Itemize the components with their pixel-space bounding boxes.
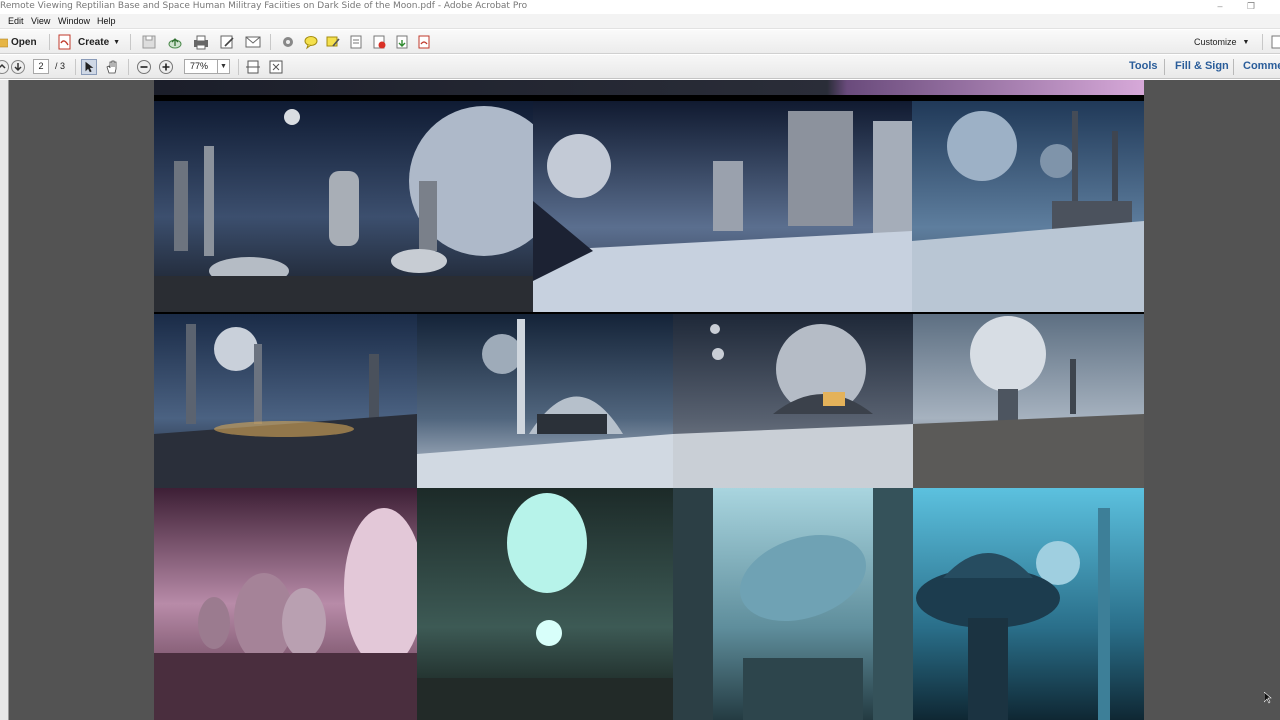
save-icon[interactable] (141, 34, 157, 50)
image-green-portal (417, 488, 673, 720)
next-page-icon[interactable] (10, 59, 26, 75)
zoom-out-icon[interactable] (136, 59, 152, 75)
menu-bar: Edit View Window Help (0, 14, 1280, 29)
tools-panel-link[interactable]: Tools (1129, 60, 1158, 72)
window-title: Remote Viewing Reptilian Base and Space … (0, 1, 528, 11)
print-icon[interactable] (193, 34, 209, 50)
image-moon-city-night (154, 314, 417, 488)
pdf-page[interactable] (154, 80, 1144, 720)
zoom-select[interactable]: 77% ▼ (184, 59, 230, 74)
select-tool-icon[interactable] (81, 59, 97, 75)
image-pink-egg-domes (154, 488, 417, 720)
stamp-icon[interactable] (348, 34, 364, 50)
toolbar-divider (75, 59, 76, 75)
mouse-cursor-icon (1264, 692, 1272, 704)
delete-pages-icon[interactable] (371, 34, 387, 50)
reader-mode-icon[interactable] (1270, 34, 1280, 50)
zoom-value: 77% (190, 61, 209, 71)
menu-window[interactable]: Window (58, 16, 90, 26)
image-lunar-spires (912, 101, 1144, 312)
toolbar-divider (49, 34, 50, 50)
create-label: Create (78, 36, 110, 48)
fill-sign-panel-link[interactable]: Fill & Sign (1175, 60, 1229, 72)
toolbar-divider (128, 59, 129, 75)
chevron-down-icon[interactable]: ▼ (217, 60, 229, 73)
menu-edit[interactable]: Edit (8, 16, 24, 26)
image-sphere-tower (913, 314, 1144, 488)
image-dome-hangar (673, 314, 913, 488)
top-image-strip (154, 80, 1144, 95)
comment-icon[interactable] (303, 34, 319, 50)
toolbar-divider (1262, 34, 1263, 50)
image-blue-ufo-tower (913, 488, 1144, 720)
email-icon[interactable] (245, 34, 261, 50)
chevron-down-icon: ▼ (1242, 38, 1250, 46)
customize-button[interactable]: Customize ▼ (1194, 33, 1249, 51)
navigation-toolbar: 2 / 3 77% ▼ Tools Fill & Sign Comme (0, 55, 1280, 79)
zoom-in-icon[interactable] (158, 59, 174, 75)
panel-divider (1233, 59, 1234, 75)
restore-icon[interactable]: ❐ (1244, 1, 1258, 12)
comment-panel-link[interactable]: Comme (1243, 60, 1280, 72)
chevron-down-icon: ▼ (113, 38, 121, 46)
image-lunar-tower-station (533, 101, 912, 312)
toolbar-divider (238, 59, 239, 75)
edit-document-icon[interactable] (219, 34, 235, 50)
image-lunar-base-domes (154, 101, 533, 312)
sign-document-icon[interactable] (416, 34, 432, 50)
previous-page-icon[interactable] (0, 59, 10, 75)
image-dome-rocket (417, 314, 673, 488)
minimize-icon[interactable]: – (1213, 1, 1227, 11)
settings-gear-icon[interactable] (280, 34, 296, 50)
open-label: Open (11, 36, 37, 48)
image-airship-city (673, 488, 913, 720)
menu-help[interactable]: Help (97, 16, 116, 26)
menu-view[interactable]: View (31, 16, 50, 26)
title-bar: Remote Viewing Reptilian Base and Space … (0, 0, 1280, 14)
highlight-icon[interactable] (325, 34, 341, 50)
navigation-pane-collapsed[interactable] (0, 80, 9, 720)
extract-pages-icon[interactable] (394, 34, 410, 50)
create-pdf-icon (58, 34, 71, 50)
hand-tool-icon[interactable] (104, 59, 120, 75)
page-number-input[interactable]: 2 (33, 59, 49, 74)
cloud-upload-icon[interactable] (167, 34, 183, 50)
toolbar-divider (130, 34, 131, 50)
main-toolbar: Open Create ▼ Customize ▼ (0, 30, 1280, 54)
create-button[interactable]: Create ▼ (57, 33, 120, 51)
open-button[interactable]: Open (0, 33, 37, 51)
panel-divider (1164, 59, 1165, 75)
folder-icon (0, 38, 8, 48)
fit-page-icon[interactable] (268, 59, 284, 75)
toolbar-divider (270, 34, 271, 50)
fit-width-icon[interactable] (245, 59, 261, 75)
page-total: / 3 (55, 61, 66, 71)
customize-label: Customize (1194, 37, 1237, 47)
